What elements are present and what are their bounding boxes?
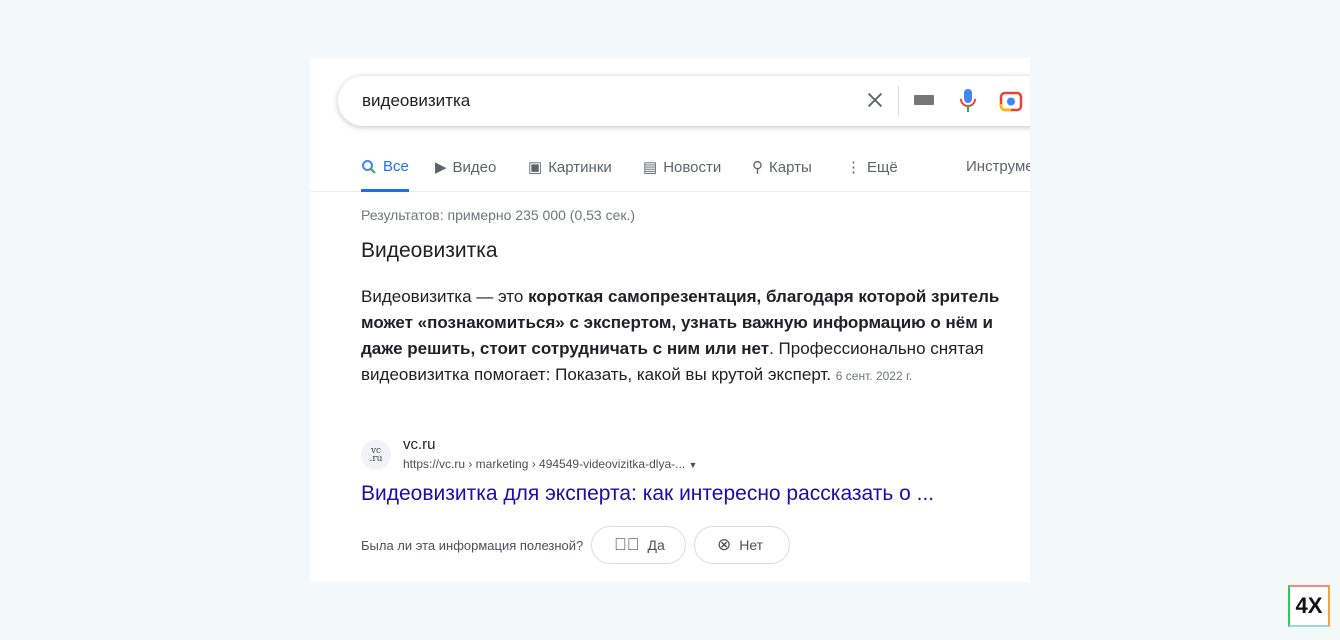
close-circle-icon: ⊗: [717, 535, 732, 554]
check-circle-icon: ✓⃝: [614, 535, 640, 554]
feedback-no-button[interactable]: ⊗ Нет: [694, 526, 790, 564]
image-icon: ▣: [528, 159, 543, 176]
more-icon: ⋮: [846, 159, 861, 176]
tab-images[interactable]: ▣ Картинки: [528, 158, 612, 177]
active-tab-underline: [361, 189, 409, 192]
featured-snippet: Видеовизитка — это короткая самопрезента…: [361, 287, 1000, 384]
feedback-yes-button[interactable]: ✓⃝ Да: [591, 526, 686, 564]
pin-icon: ⚲: [752, 159, 763, 176]
news-icon: ▤: [643, 159, 658, 176]
dropdown-icon[interactable]: ▼: [688, 460, 697, 470]
search-icon: [362, 159, 376, 174]
tab-video[interactable]: ▶ Видео: [435, 158, 496, 177]
result-stats: Результатов: примерно 235 000 (0,53 сек.…: [361, 207, 636, 223]
divider: [898, 86, 899, 116]
microphone-icon[interactable]: [959, 88, 977, 114]
tab-tools[interactable]: Инструменты: [966, 158, 1030, 175]
tab-more[interactable]: ⋮ Ещё: [846, 158, 898, 177]
clear-icon[interactable]: [864, 89, 886, 111]
tab-maps[interactable]: ⚲ Карты: [752, 158, 812, 177]
snippet-heading: Видеовизитка: [361, 239, 498, 262]
search-results-card: видеовизитка Все ▶ Видео ▣ Картинки ▤ Новос…: [310, 58, 1030, 582]
result-title-link[interactable]: Видеовизитка для эксперта: как интересно…: [361, 482, 934, 506]
search-input[interactable]: видеовизитка: [362, 91, 470, 111]
search-box[interactable]: видеовизитка: [338, 76, 1030, 126]
feedback-question: Была ли эта информация полезной?: [361, 538, 584, 553]
camera-lens-icon[interactable]: [999, 90, 1023, 112]
result-url[interactable]: https://vc.ru › marketing › 494549-video…: [403, 457, 697, 471]
site-name[interactable]: vc.ru: [403, 436, 436, 453]
logo-badge: 4X: [1288, 585, 1330, 627]
search-tabs: Все ▶ Видео ▣ Картинки ▤ Новости ⚲ Карты ⋮ Ещ…: [310, 154, 1030, 192]
site-favicon: vc .ru: [361, 440, 391, 470]
tab-news[interactable]: ▤ Новости: [643, 158, 721, 177]
tab-all[interactable]: Все: [361, 158, 409, 175]
play-icon: ▶: [435, 159, 447, 176]
keyboard-icon[interactable]: [913, 91, 935, 109]
